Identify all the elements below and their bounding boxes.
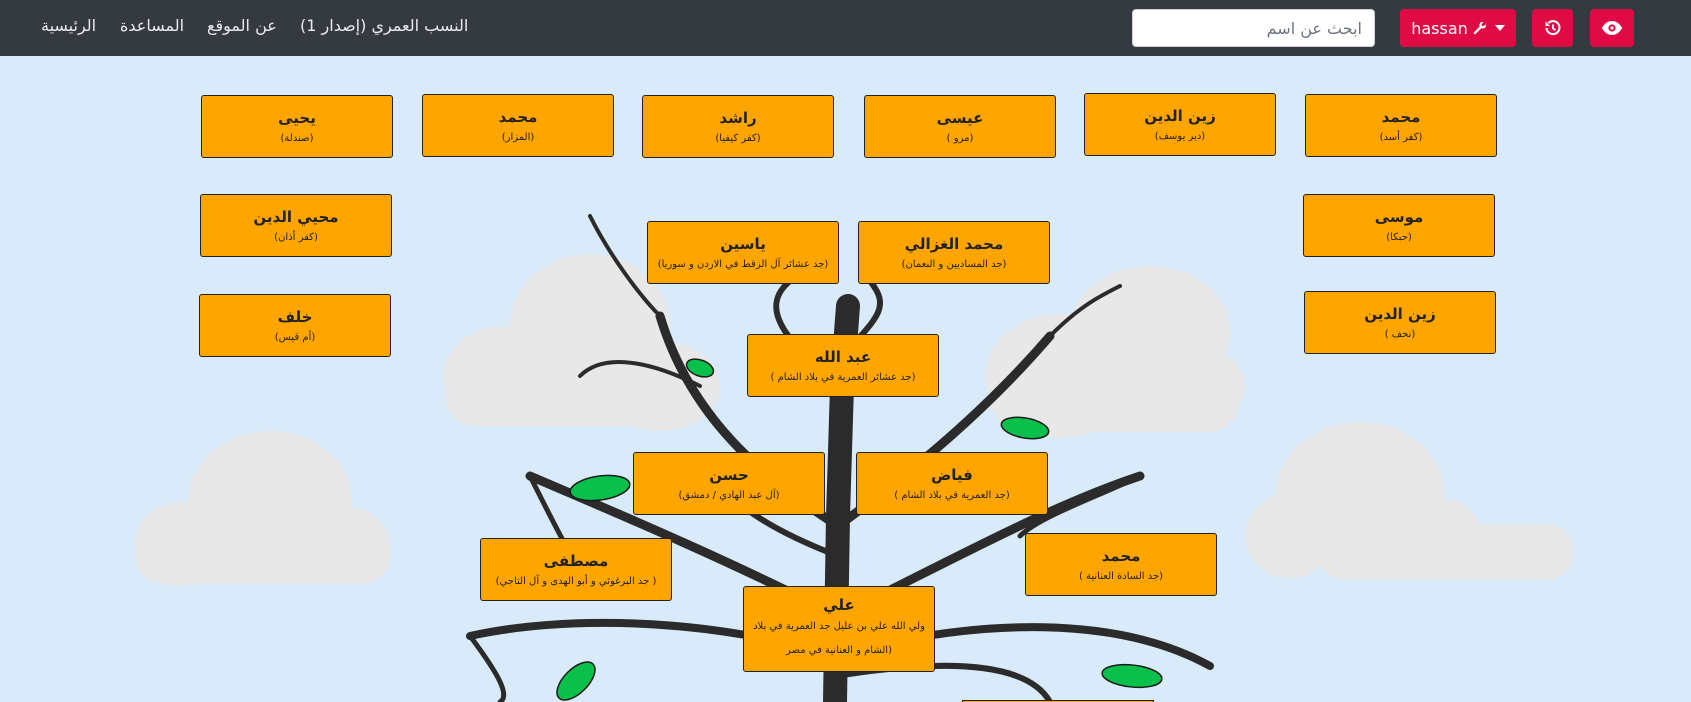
user-menu-button[interactable]: hassan — [1400, 9, 1516, 47]
tree-node-isa[interactable]: عيسى (مرو ) — [864, 95, 1056, 158]
node-desc: (صندلة) — [280, 132, 314, 144]
tree-node-fayyad[interactable]: فياض (جد العمرية في بلاد الشام ) — [856, 452, 1048, 515]
wrench-icon — [1473, 21, 1487, 35]
node-name: مصطفى — [543, 551, 609, 570]
node-desc: (المزار) — [501, 131, 535, 143]
brand-link[interactable]: النسب العمري (إصدار 1) — [300, 16, 468, 35]
tree-node-muhammad-kafr-asad[interactable]: محمد (كفر أسد) — [1305, 94, 1497, 157]
node-desc: (دير يوسف) — [1154, 130, 1206, 142]
tree-node-mustafa[interactable]: مصطفى ( جد البرغوثي و أبو الهدى و آل الت… — [480, 538, 672, 601]
node-name: زين الدين — [1364, 304, 1436, 323]
tree-node-zayn-aldin-nahf[interactable]: زين الدين (نحف ) — [1304, 291, 1496, 354]
node-desc: (جد عشائر العمرية في بلاد الشام ) — [770, 371, 916, 383]
node-name: موسى — [1374, 207, 1424, 226]
node-name: ياسين — [720, 234, 766, 253]
node-desc: (كفر كيفيا) — [715, 132, 761, 144]
node-name: محمد الغزالي — [904, 234, 1004, 253]
node-name: محمد — [1381, 107, 1421, 126]
node-name: يحيى — [278, 108, 316, 127]
node-desc: (جد السادة العنانية ) — [1078, 570, 1164, 582]
tree-node-yahya[interactable]: يحيى (صندلة) — [201, 95, 393, 158]
tree-node-muhyi-aldin[interactable]: محيي الدين (كفر أذان) — [200, 194, 392, 257]
node-name: محمد — [498, 107, 538, 126]
node-desc: (نحف ) — [1384, 328, 1416, 340]
family-tree-canvas: يحيى (صندلة) محمد (المزار) راشد (كفر كيف… — [0, 56, 1691, 702]
node-desc: (كفر أذان) — [274, 231, 318, 243]
node-name: محيي الدين — [253, 207, 339, 226]
node-desc: (جد العمرية في بلاد الشام ) — [894, 489, 1010, 501]
node-desc: (أم قيس) — [274, 331, 316, 343]
node-desc: (مرو ) — [946, 132, 974, 144]
node-name: خلف — [277, 307, 313, 326]
node-name: راشد — [719, 108, 757, 127]
node-name: عيسى — [936, 108, 984, 127]
history-button[interactable] — [1532, 9, 1573, 47]
node-desc: ( جد البرغوثي و أبو الهدى و آل التاجي) — [495, 575, 657, 587]
tree-node-rashid[interactable]: راشد (كفر كيفيا) — [642, 95, 834, 158]
tree-node-muhammad-anani[interactable]: محمد (جد السادة العنانية ) — [1025, 533, 1217, 596]
node-desc: (جد عشائر آل الزقط في الاردن و سوريا) — [657, 258, 829, 270]
search-input[interactable] — [1132, 9, 1375, 47]
node-name: عبد الله — [814, 347, 872, 366]
node-name: فياض — [931, 465, 973, 484]
tree-node-abdullah[interactable]: عبد الله (جد عشائر العمرية في بلاد الشام… — [747, 334, 939, 397]
nav-help-link[interactable]: المساعدة — [120, 16, 184, 35]
eye-icon — [1602, 21, 1622, 35]
view-button[interactable] — [1590, 9, 1634, 47]
node-desc: (حبكا) — [1386, 231, 1412, 243]
node-desc: ولي الله علي بن عليل جد العمرية في بلاد … — [753, 621, 925, 656]
node-name: محمد — [1101, 546, 1141, 565]
tree-node-hasan[interactable]: حسن (آل عبد الهادي / دمشق) — [633, 452, 825, 515]
tree-node-ali-root[interactable]: علي ولي الله علي بن عليل جد العمرية في ب… — [743, 586, 935, 672]
tree-node-muhammad-ghazali[interactable]: محمد الغزالي (جد المساديين و النعمان) — [858, 221, 1050, 284]
nav-home-link[interactable]: الرئيسية — [41, 16, 96, 35]
tree-node-musa[interactable]: موسى (حبكا) — [1303, 194, 1495, 257]
node-desc: (كفر أسد) — [1379, 131, 1423, 143]
tree-node-khalaf[interactable]: خلف (أم قيس) — [199, 294, 391, 357]
node-name: حسن — [709, 465, 749, 484]
node-desc: (جد المساديين و النعمان) — [901, 258, 1007, 270]
node-name: زين الدين — [1144, 106, 1216, 125]
tree-node-zayn-aldin-deir-yusuf[interactable]: زين الدين (دير يوسف) — [1084, 93, 1276, 156]
nav-about-link[interactable]: عن الموقع — [207, 16, 277, 35]
chevron-down-icon — [1494, 25, 1505, 31]
user-name-label: hassan — [1411, 18, 1468, 38]
tree-node-yasin[interactable]: ياسين (جد عشائر آل الزقط في الاردن و سور… — [647, 221, 839, 284]
node-name: علي — [823, 596, 855, 614]
tree-node-muhammad-mazar[interactable]: محمد (المزار) — [422, 94, 614, 157]
history-icon — [1544, 19, 1562, 37]
node-desc: (آل عبد الهادي / دمشق) — [678, 489, 780, 501]
top-navbar: النسب العمري (إصدار 1) عن الموقع المساعد… — [0, 0, 1691, 56]
